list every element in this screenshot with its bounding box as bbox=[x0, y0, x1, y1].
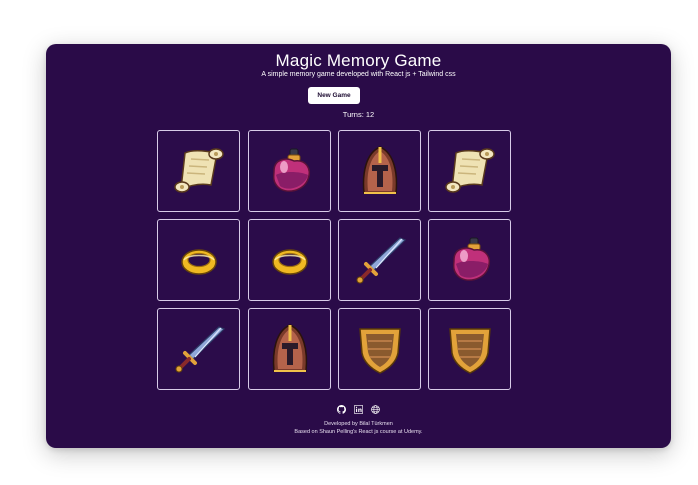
memory-card[interactable] bbox=[248, 219, 331, 301]
course-credit: Based on Shaun Pelling's React js course… bbox=[294, 429, 423, 435]
memory-card[interactable] bbox=[428, 308, 511, 390]
memory-card[interactable] bbox=[428, 130, 511, 212]
shield-icon bbox=[440, 319, 500, 379]
footer-links bbox=[46, 405, 671, 414]
globe-icon[interactable] bbox=[371, 405, 380, 414]
shield-icon bbox=[350, 319, 410, 379]
scroll-icon bbox=[169, 141, 229, 201]
ring-icon bbox=[260, 230, 320, 290]
helmet-icon bbox=[350, 141, 410, 201]
memory-card[interactable] bbox=[248, 130, 331, 212]
page-title: Magic Memory Game bbox=[275, 51, 442, 70]
new-game-button[interactable]: New Game bbox=[308, 87, 360, 104]
developer-credit: Developed by Bilal Türkmen bbox=[324, 421, 393, 427]
ring-icon bbox=[169, 230, 229, 290]
memory-card[interactable] bbox=[248, 308, 331, 390]
turns-counter: Turns: 12 bbox=[342, 110, 375, 119]
scroll-icon bbox=[440, 141, 500, 201]
card-grid bbox=[157, 130, 513, 394]
page-subtitle: A simple memory game developed with Reac… bbox=[261, 71, 456, 78]
potion-icon bbox=[440, 230, 500, 290]
helmet-icon bbox=[260, 319, 320, 379]
memory-card[interactable] bbox=[157, 219, 240, 301]
github-icon[interactable] bbox=[337, 405, 346, 414]
memory-card[interactable] bbox=[157, 308, 240, 390]
memory-card[interactable] bbox=[338, 130, 421, 212]
sword-icon bbox=[350, 230, 410, 290]
sword-icon bbox=[169, 319, 229, 379]
memory-card[interactable] bbox=[338, 308, 421, 390]
memory-card[interactable] bbox=[338, 219, 421, 301]
game-panel: Magic Memory Game A simple memory game d… bbox=[46, 44, 671, 448]
memory-card[interactable] bbox=[157, 130, 240, 212]
memory-card[interactable] bbox=[428, 219, 511, 301]
linkedin-icon[interactable] bbox=[354, 405, 363, 414]
potion-icon bbox=[260, 141, 320, 201]
